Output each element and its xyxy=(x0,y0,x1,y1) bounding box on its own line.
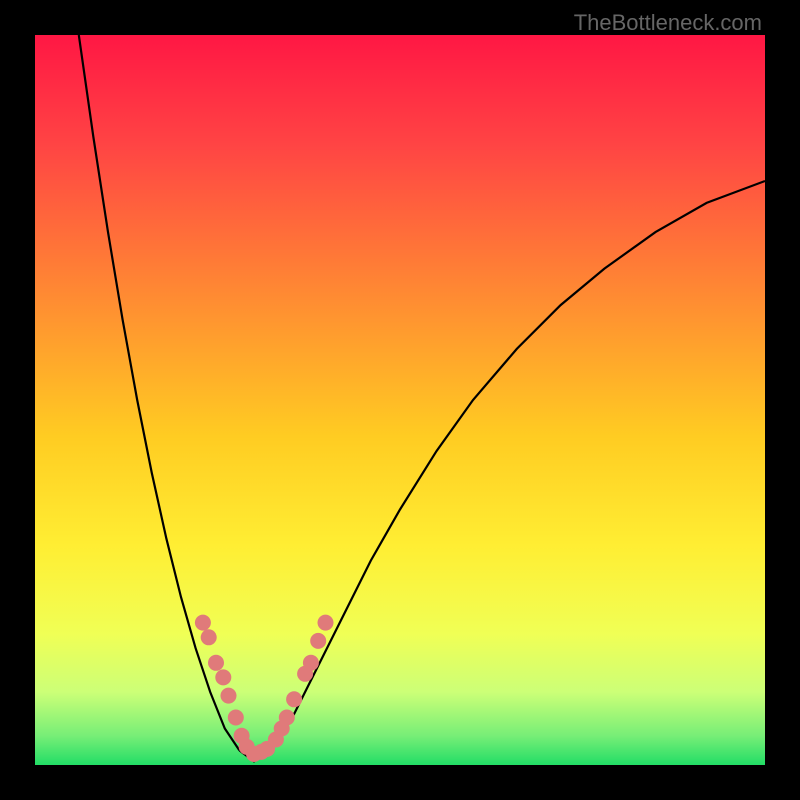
marker-point xyxy=(195,615,211,631)
marker-point xyxy=(286,691,302,707)
marker-point xyxy=(208,655,224,671)
marker-point xyxy=(279,710,295,726)
marker-point xyxy=(228,710,244,726)
marker-point xyxy=(303,655,319,671)
chart-container: TheBottleneck.com xyxy=(0,0,800,800)
attribution-text: TheBottleneck.com xyxy=(574,10,762,36)
marker-point xyxy=(221,688,237,704)
marker-point xyxy=(310,633,326,649)
marker-point xyxy=(318,615,334,631)
marker-point xyxy=(215,669,231,685)
marker-point xyxy=(201,629,217,645)
chart-svg xyxy=(35,35,765,765)
plot-background xyxy=(35,35,765,765)
